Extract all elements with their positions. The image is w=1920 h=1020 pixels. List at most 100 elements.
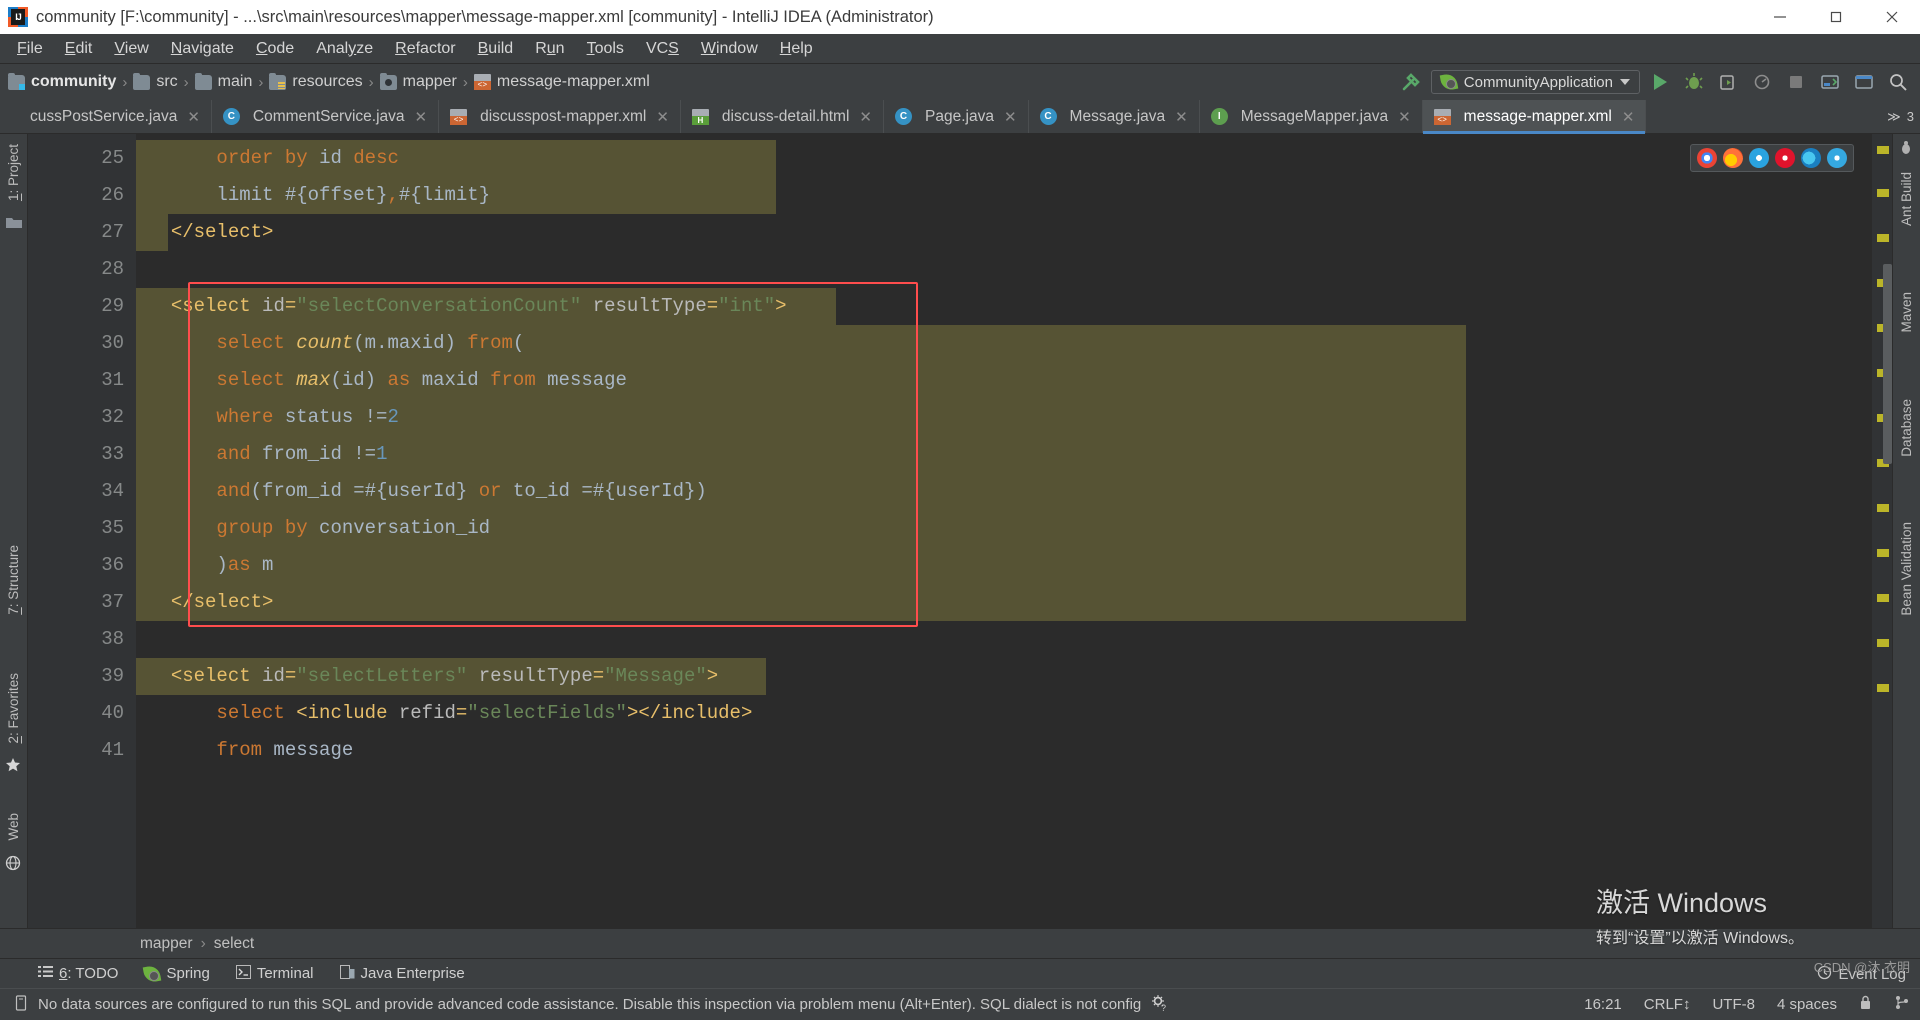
sidebar-item-ant-build[interactable]: Ant Build bbox=[1899, 168, 1914, 230]
debug-button[interactable] bbox=[1680, 68, 1708, 96]
git-icon[interactable] bbox=[1894, 995, 1910, 1014]
maximize-icon[interactable] bbox=[1808, 0, 1864, 34]
menu-item-vcs[interactable]: VCS bbox=[635, 38, 690, 60]
breadcrumb-resources[interactable]: resources bbox=[269, 72, 363, 91]
globe-icon[interactable] bbox=[5, 855, 23, 871]
build-hammer-icon[interactable] bbox=[1397, 68, 1425, 96]
breadcrumb-community[interactable]: community bbox=[8, 72, 116, 91]
sidebar-item-favorites[interactable]: 2: Favorites bbox=[6, 669, 21, 748]
tab-message-java[interactable]: C Message.java ✕ bbox=[1029, 100, 1200, 133]
close-icon[interactable]: ✕ bbox=[415, 108, 428, 126]
editor-marker-track[interactable] bbox=[1872, 134, 1892, 928]
ie-icon[interactable] bbox=[1827, 148, 1847, 168]
open-window-button[interactable] bbox=[1850, 68, 1878, 96]
menu-item-tools[interactable]: Tools bbox=[576, 38, 635, 60]
status-indent[interactable]: 4 spaces bbox=[1777, 996, 1837, 1013]
menu-item-window[interactable]: Window bbox=[690, 38, 769, 60]
editor-scrollbar-thumb[interactable] bbox=[1883, 264, 1892, 464]
run-with-coverage-button[interactable] bbox=[1714, 68, 1742, 96]
toolwindow-spring[interactable]: Spring bbox=[144, 965, 210, 982]
configure-icon[interactable]: ? bbox=[1151, 994, 1169, 1016]
menu-item-run[interactable]: Run bbox=[524, 38, 575, 60]
menu-item-view[interactable]: View bbox=[103, 38, 159, 60]
code-line: order by id desc bbox=[136, 140, 1872, 177]
firefox-icon[interactable] bbox=[1723, 148, 1743, 168]
status-encoding[interactable]: UTF-8 bbox=[1712, 996, 1755, 1013]
toolwindow-todo[interactable]: 6: TODO bbox=[38, 965, 118, 982]
edge-icon[interactable] bbox=[1801, 148, 1821, 168]
close-icon[interactable] bbox=[1864, 0, 1920, 34]
code-line: )as m bbox=[136, 547, 1872, 584]
tab-message-mapper-xml[interactable]: message-mapper.xml ✕ bbox=[1422, 100, 1647, 134]
toolwindow-terminal[interactable]: Terminal bbox=[235, 964, 314, 983]
sidebar-item-structure[interactable]: 7: Structure bbox=[6, 541, 21, 619]
menu-item-help[interactable]: Help bbox=[769, 38, 824, 60]
close-icon[interactable]: ✕ bbox=[1398, 108, 1411, 126]
opera-icon[interactable] bbox=[1775, 148, 1795, 168]
sidebar-item-project[interactable]: 1: Project bbox=[6, 140, 21, 205]
close-icon[interactable]: ✕ bbox=[656, 108, 669, 126]
menu-item-edit[interactable]: Edit bbox=[54, 38, 104, 60]
code-token: desc bbox=[353, 147, 399, 169]
lock-icon[interactable] bbox=[1859, 995, 1872, 1014]
editor-gutter[interactable]: 25 26 27 28 29 30 31 32 33 34 35 36 37 3… bbox=[28, 134, 136, 928]
code-highlight-band bbox=[136, 584, 1466, 621]
chrome-icon[interactable] bbox=[1697, 148, 1717, 168]
tab-commentservice-java[interactable]: C CommentService.java ✕ bbox=[212, 100, 440, 133]
xml-file-icon bbox=[473, 74, 491, 90]
menu-item-file[interactable]: File bbox=[6, 38, 54, 60]
menu-item-code[interactable]: Code bbox=[245, 38, 305, 60]
run-button[interactable] bbox=[1646, 68, 1674, 96]
close-icon[interactable]: ✕ bbox=[187, 108, 200, 126]
safari-icon[interactable] bbox=[1749, 148, 1769, 168]
breadcrumb-file[interactable]: message-mapper.xml bbox=[473, 73, 650, 91]
tab-discusspost-mapper-xml[interactable]: discusspost-mapper.xml ✕ bbox=[439, 100, 681, 133]
tab-discuss-detail-html[interactable]: discuss-detail.html ✕ bbox=[681, 100, 884, 133]
code-token: = bbox=[353, 480, 365, 502]
breadcrumb-mapper[interactable]: mapper bbox=[379, 72, 457, 91]
menu-bar: File Edit View Navigate Code Analyze Ref… bbox=[0, 34, 1920, 64]
search-everywhere-button[interactable] bbox=[1884, 68, 1912, 96]
sidebar-item-web[interactable]: Web bbox=[6, 809, 21, 845]
star-icon[interactable] bbox=[5, 757, 23, 773]
tab-discusspostservice-java[interactable]: cussPostService.java ✕ bbox=[30, 100, 212, 133]
menu-item-refactor[interactable]: Refactor bbox=[384, 38, 466, 60]
tabs-overflow[interactable]: ≫ 3 bbox=[1887, 100, 1920, 133]
code-token: #{userId} bbox=[364, 480, 479, 502]
update-app-button[interactable] bbox=[1816, 68, 1844, 96]
toolwindow-java-enterprise[interactable]: Java Enterprise bbox=[339, 964, 465, 983]
close-icon[interactable]: ✕ bbox=[1004, 108, 1017, 126]
code-content[interactable]: order by id desc limit #{offset},#{limit… bbox=[136, 134, 1872, 928]
profile-button[interactable] bbox=[1748, 68, 1776, 96]
menu-item-analyze[interactable]: Analyze bbox=[305, 38, 384, 60]
breadcrumb-src[interactable]: src bbox=[133, 72, 178, 91]
minimize-icon[interactable] bbox=[1752, 0, 1808, 34]
close-icon[interactable]: ✕ bbox=[1622, 108, 1635, 126]
tab-messagemapper-java[interactable]: I MessageMapper.java ✕ bbox=[1200, 100, 1423, 133]
breadcrumb-item-select[interactable]: select bbox=[214, 935, 255, 953]
run-configuration-selector[interactable]: CommunityApplication bbox=[1430, 70, 1640, 94]
menu-item-navigate[interactable]: Navigate bbox=[160, 38, 245, 60]
stop-button[interactable] bbox=[1782, 68, 1810, 96]
sidebar-item-bean-validation[interactable]: Bean Validation bbox=[1899, 518, 1914, 620]
close-icon[interactable]: ✕ bbox=[859, 108, 872, 126]
line-number: 41 bbox=[101, 739, 124, 761]
folder-icon[interactable] bbox=[5, 215, 23, 231]
tab-label: discusspost-mapper.xml bbox=[480, 107, 647, 125]
menu-item-build[interactable]: Build bbox=[467, 38, 525, 60]
tab-page-java[interactable]: C Page.java ✕ bbox=[884, 100, 1029, 133]
code-token: from bbox=[216, 739, 263, 761]
breadcrumb-item-mapper[interactable]: mapper bbox=[140, 935, 193, 953]
code-token: , bbox=[387, 184, 399, 206]
status-line-separator[interactable]: CRLF↕ bbox=[1644, 996, 1691, 1013]
bottom-tool-window-bar: 6: TODO Spring Terminal Java Enterprise bbox=[0, 958, 1920, 988]
sidebar-item-database[interactable]: Database bbox=[1899, 395, 1914, 461]
sidebar-item-maven[interactable]: Maven bbox=[1899, 288, 1914, 337]
close-icon[interactable]: ✕ bbox=[1175, 108, 1188, 126]
ant-build-icon[interactable] bbox=[1898, 140, 1916, 156]
breadcrumb-main[interactable]: main bbox=[194, 72, 252, 91]
